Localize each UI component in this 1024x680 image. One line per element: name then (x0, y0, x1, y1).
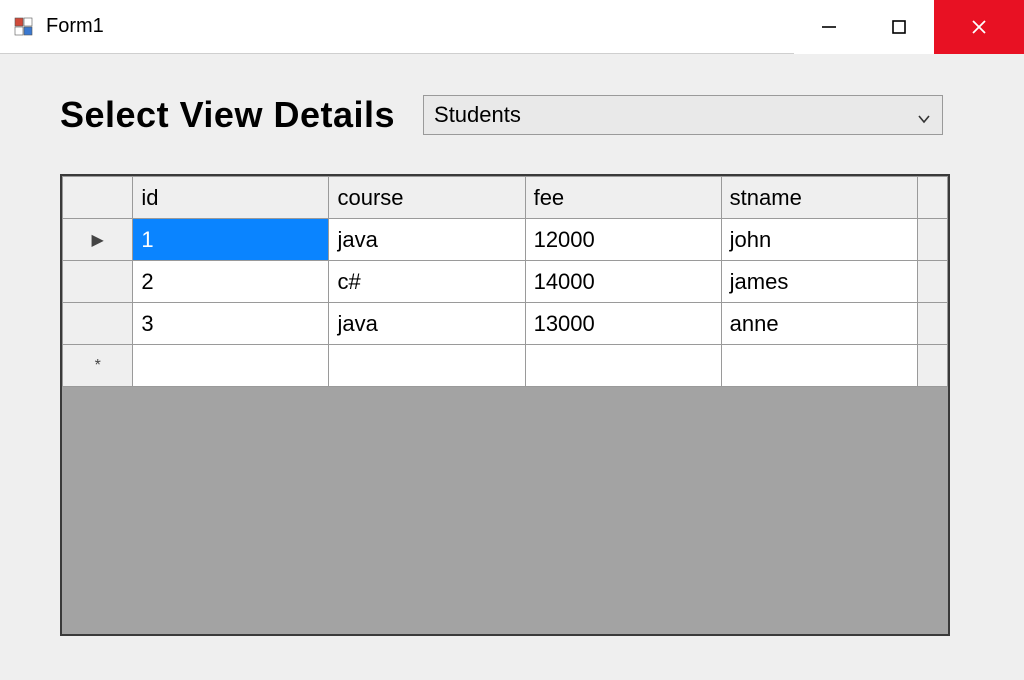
heading-row: Select View Details Students (60, 94, 964, 136)
cell-fee[interactable]: 12000 (525, 219, 721, 261)
cell-stname[interactable]: james (721, 261, 917, 303)
column-header-fee[interactable]: fee (525, 177, 721, 219)
header-corner[interactable] (63, 177, 133, 219)
data-grid[interactable]: id course fee stname ▶ 1 java 12000 john (60, 174, 950, 636)
row-header (63, 261, 133, 303)
view-select-combo[interactable]: Students (423, 95, 943, 135)
cell-stname[interactable]: anne (721, 303, 917, 345)
title-bar: Form1 (0, 0, 1024, 54)
column-header-id[interactable]: id (133, 177, 329, 219)
cell-stname[interactable] (721, 345, 917, 387)
column-header-course[interactable]: course (329, 177, 525, 219)
scroll-gutter (917, 177, 947, 219)
column-header-stname[interactable]: stname (721, 177, 917, 219)
cell-fee[interactable]: 13000 (525, 303, 721, 345)
cell-id[interactable] (133, 345, 329, 387)
row-indicator-icon: ▶ (63, 219, 133, 261)
client-area: Select View Details Students id course f… (0, 54, 1024, 680)
table-row[interactable]: 3 java 13000 anne (63, 303, 948, 345)
cell-course[interactable]: c# (329, 261, 525, 303)
cell-stname[interactable]: john (721, 219, 917, 261)
scroll-gutter (917, 345, 947, 387)
column-header-row: id course fee stname (63, 177, 948, 219)
cell-course[interactable]: java (329, 219, 525, 261)
cell-course[interactable]: java (329, 303, 525, 345)
table-row[interactable]: 2 c# 14000 james (63, 261, 948, 303)
cell-id[interactable]: 2 (133, 261, 329, 303)
combo-value: Students (434, 102, 916, 128)
new-row[interactable]: * (63, 345, 948, 387)
cell-fee[interactable]: 14000 (525, 261, 721, 303)
cell-id[interactable]: 3 (133, 303, 329, 345)
minimize-button[interactable] (794, 0, 864, 54)
window-title: Form1 (46, 15, 104, 38)
app-icon (14, 17, 34, 37)
close-button[interactable] (934, 0, 1024, 54)
page-title: Select View Details (60, 94, 395, 136)
table-row[interactable]: ▶ 1 java 12000 john (63, 219, 948, 261)
scroll-gutter (917, 303, 947, 345)
maximize-button[interactable] (864, 0, 934, 54)
cell-fee[interactable] (525, 345, 721, 387)
cell-course[interactable] (329, 345, 525, 387)
new-row-indicator-icon: * (63, 345, 133, 387)
cell-id[interactable]: 1 (133, 219, 329, 261)
scroll-gutter (917, 219, 947, 261)
chevron-down-icon (916, 107, 932, 123)
row-header (63, 303, 133, 345)
scroll-gutter (917, 261, 947, 303)
